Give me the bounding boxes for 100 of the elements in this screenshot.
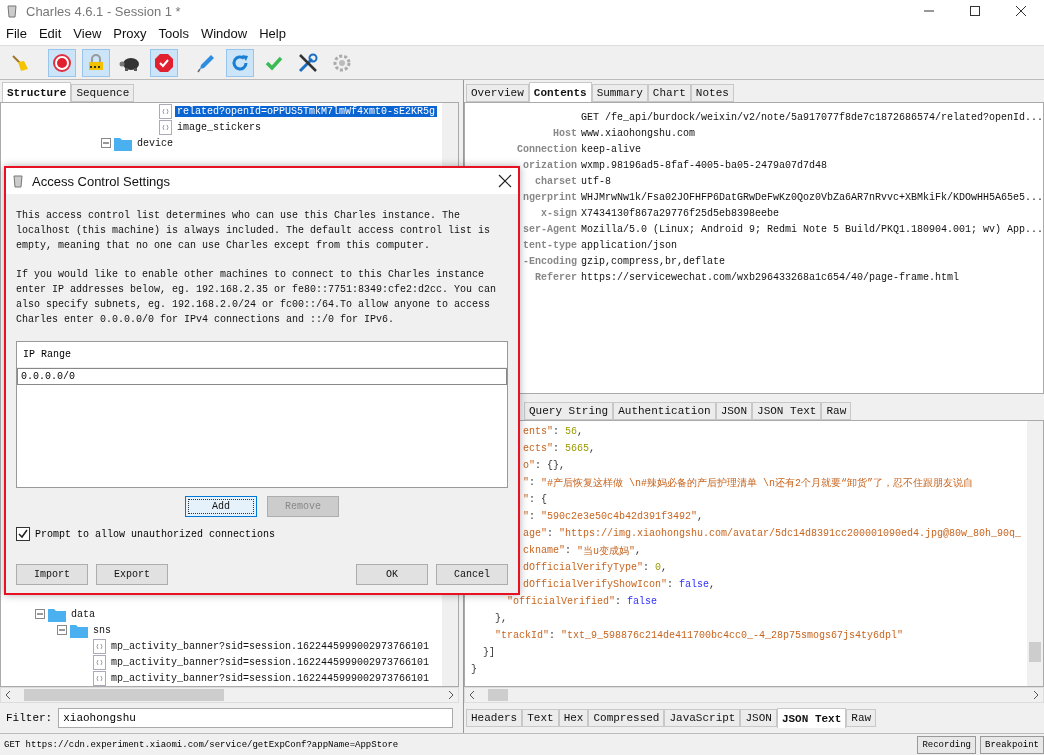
description-text: If you would like to enable other machines to connect to this Charles instance enter IP addresses below, eg. 192.168.2.35 or fe80::7751:8349:cfe2:d2cc. You can also specify subnets, eg. 192.168.2.0/24 or fc00::/64.To allow anyone to access Charles enter 0.0.0.0/0 for IPv4 connections and ::/0 for IPv6. [16, 268, 498, 327]
filter-field[interactable]: xiaohongshu [58, 708, 453, 728]
tab[interactable]: Text [522, 709, 559, 727]
tab[interactable]: Contents [528, 82, 592, 102]
code-token: : [667, 579, 675, 590]
menu-item[interactable]: Tools [152, 26, 195, 41]
tab[interactable]: Authentication [613, 402, 716, 420]
dialog-button[interactable]: OK [356, 564, 428, 585]
code-token: : [643, 562, 651, 573]
padlock-icon [86, 52, 106, 73]
header-name: Connection [517, 143, 577, 155]
tab[interactable]: JSON Text [752, 402, 822, 420]
tab[interactable]: Raw [821, 402, 852, 420]
dialog-button[interactable]: Cancel [436, 564, 508, 585]
settings-icon [332, 52, 352, 73]
tab[interactable]: Overview [466, 84, 529, 102]
menu-item[interactable]: Help [253, 26, 292, 41]
tab[interactable]: Compressed [588, 709, 665, 727]
code-token: }, [494, 613, 507, 624]
code-token: : [547, 528, 555, 539]
collapse-icon[interactable] [101, 138, 111, 148]
code-token: false [679, 579, 710, 590]
tab[interactable]: JSON [715, 402, 753, 420]
scrollbar[interactable] [0, 687, 459, 703]
folder-icon [48, 606, 66, 622]
broom-icon [10, 52, 30, 73]
code-token: : [529, 511, 537, 522]
tree-item[interactable]: image_stickers [175, 121, 263, 133]
table-row[interactable]: 0.0.0.0/0 [17, 368, 507, 385]
tab[interactable]: Summary [591, 84, 648, 102]
dialog-button[interactable]: Export [96, 564, 168, 585]
scrollbar[interactable] [1027, 421, 1043, 686]
header-name: ser-Agent [523, 223, 577, 235]
header-name: x-sign [541, 207, 577, 219]
scrollbar-thumb[interactable] [488, 689, 508, 701]
tab[interactable]: Sequence [71, 84, 135, 102]
tab[interactable]: Structure [2, 82, 72, 102]
code-token: : [565, 545, 573, 556]
code-token: : [615, 596, 623, 607]
code-token: "当u变成妈" [577, 544, 636, 558]
checkbox-label: Prompt to allow unauthorized connections [35, 528, 276, 540]
scrollbar-thumb[interactable] [1029, 642, 1041, 662]
description-text: This access control list determines who can use this Charles instance. The localhost (this machine) is always included. The default access control list is empty, meaning that no one can use Charles except from this computer. [16, 209, 492, 253]
tree-item[interactable]: device [135, 137, 175, 149]
header-value: GET /fe_api/burdock/weixin/v2/note/5a917077f8de7c1872686574/related?openId... [581, 111, 1043, 123]
tree-item[interactable]: sns [91, 624, 113, 636]
menu-item[interactable]: File [0, 26, 33, 41]
tab[interactable]: Chart [647, 84, 691, 102]
tree-item[interactable]: mp_activity_banner?sid=session.1622445999002973766101 [109, 656, 432, 668]
code-token: } [471, 664, 477, 675]
window-title: Charles 4.6.1 - Session 1 * [26, 3, 181, 19]
close-icon [1016, 6, 1026, 16]
toolbar-button[interactable] [48, 48, 76, 77]
tab[interactable]: Hex [558, 709, 589, 727]
close-icon [498, 174, 512, 188]
add-button[interactable]: Add [185, 496, 257, 517]
status-button[interactable]: Recording [917, 735, 976, 754]
tab[interactable]: Raw [846, 709, 877, 727]
code-token: : [549, 630, 557, 641]
scroll-right-icon[interactable] [447, 690, 455, 700]
tab[interactable]: JavaScript [664, 709, 741, 727]
collapse-icon[interactable] [57, 625, 67, 635]
file-icon [159, 119, 172, 135]
checkbox[interactable] [16, 527, 30, 541]
code-token: , [589, 443, 596, 454]
tab[interactable]: Query String [524, 402, 614, 420]
scroll-left-icon[interactable] [468, 690, 476, 700]
file-icon [93, 654, 106, 670]
tree-item[interactable]: mp_activity_banner?sid=session.1622445999002973766101 [109, 640, 432, 652]
tab[interactable]: Headers [466, 709, 523, 727]
dialog-button[interactable]: Import [16, 564, 88, 585]
scrollbar-thumb[interactable] [24, 689, 224, 701]
close-button[interactable] [498, 174, 512, 188]
stop-sign-icon [154, 52, 174, 73]
tree-item[interactable]: mp_activity_banner?sid=session.1622445999002973766101 [109, 672, 432, 684]
collapse-icon[interactable] [35, 609, 45, 619]
tab[interactable]: Notes [690, 84, 734, 102]
tab[interactable]: JSON [740, 709, 777, 727]
status-button[interactable]: Breakpoint [980, 735, 1044, 754]
scrollbar[interactable] [464, 687, 1044, 703]
code-token: , [697, 511, 704, 522]
header-value: WHJMrwNw1k/Fsa02JOFHFP6DatGRwDeFwKz0Qoz0VbZa6AR7nRvvc+XBMkiFk/KDOwHH5A65e5... [581, 191, 1043, 203]
code-token: o" [523, 460, 535, 471]
code-token: : [553, 426, 561, 437]
scroll-left-icon[interactable] [4, 690, 12, 700]
menu-item[interactable]: Window [194, 26, 254, 41]
code-token: "#产后恢复这样做 \n#辣妈必备的产后护理清单 \n还有2个月就要“卸货”了，忍不住跟朋友说自 [541, 476, 974, 490]
menu-item[interactable]: Proxy [107, 26, 153, 41]
tools-icon [297, 51, 319, 74]
code-token: ents" [523, 426, 553, 437]
scroll-right-icon[interactable] [1032, 690, 1040, 700]
menu-item[interactable]: Edit [32, 26, 68, 41]
code-token: : [553, 443, 561, 454]
tree-item[interactable]: data [69, 608, 97, 620]
app-icon [12, 174, 24, 188]
tab[interactable]: JSON Text [776, 708, 847, 728]
header-name: charset [535, 175, 577, 187]
tree-item[interactable]: related?openId=oPPUS5TmkM7lmWf4xmt0-sE2KR5g [175, 105, 438, 117]
menu-item[interactable]: View [67, 26, 108, 41]
header-value: keep-alive [581, 143, 642, 155]
